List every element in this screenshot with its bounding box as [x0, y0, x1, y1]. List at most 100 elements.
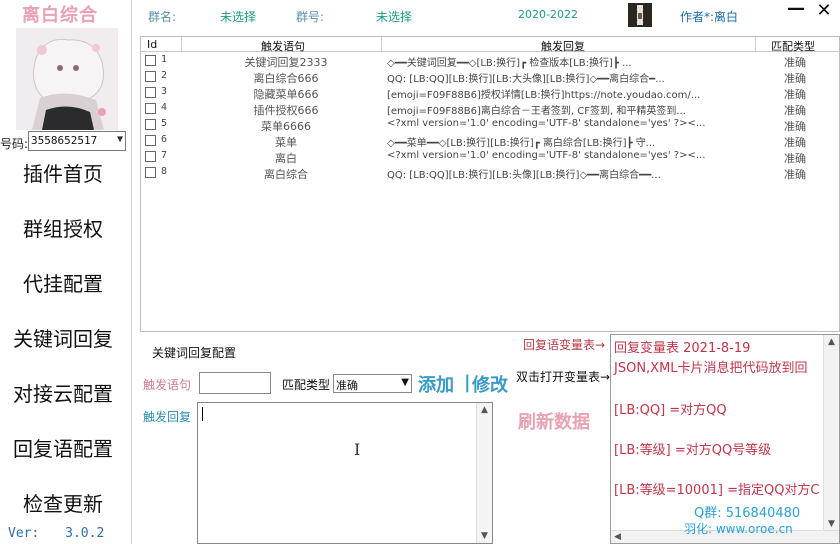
- variable-line: [LB:等级=10001] =指定QQ对方C: [614, 483, 820, 498]
- table-row[interactable]: 3 隐藏菜单666 [emoji=F09F88B6]授权详情[LB:换行]htt…: [141, 85, 839, 101]
- scroll-down-icon[interactable]: ▼: [828, 519, 835, 529]
- row-checkbox[interactable]: [145, 103, 156, 114]
- author-label: 作者*:离白: [680, 10, 739, 24]
- nav-plugin-home[interactable]: 插件首页: [0, 158, 126, 187]
- row-checkbox[interactable]: [145, 55, 156, 66]
- row-match-type: 准确: [784, 104, 806, 117]
- nav-group-auth[interactable]: 群组授权: [0, 213, 126, 242]
- scroll-up-icon[interactable]: ▲: [828, 337, 835, 347]
- col-header-trigger[interactable]: 触发语句: [261, 38, 305, 54]
- nav-keyword-reply[interactable]: 关键词回复: [0, 323, 126, 352]
- group-id-label: 群号:: [296, 10, 325, 24]
- scroll-up-icon[interactable]: ▲: [481, 405, 488, 415]
- avatar: [16, 28, 118, 130]
- refresh-data-button[interactable]: 刷新数据: [518, 408, 590, 434]
- row-id: 4: [161, 102, 168, 113]
- col-header-id[interactable]: Id: [147, 38, 157, 51]
- row-trigger: 离白综合666: [253, 72, 319, 85]
- variable-line: [LB:QQ] =对方QQ: [614, 403, 727, 418]
- row-match-type: 准确: [784, 56, 806, 69]
- chevron-down-icon: ▼: [116, 134, 123, 145]
- row-id: 3: [161, 86, 168, 97]
- row-match-type: 准确: [784, 72, 806, 85]
- row-trigger: 离白: [275, 152, 297, 165]
- version-info: Ver: 3.0.2: [8, 526, 104, 541]
- row-match-type: 准确: [784, 152, 806, 165]
- table-row[interactable]: 2 离白综合666 QQ: [LB:QQ][LB:换行][LB:大头像][LB:…: [141, 69, 839, 85]
- variable-line: [LB:等级] =对方QQ号等级: [614, 443, 772, 458]
- nav-reply-config[interactable]: 回复语配置: [0, 433, 126, 462]
- nav-check-update[interactable]: 检查更新: [0, 488, 126, 517]
- row-reply: QQ: [LB:QQ][LB:换行][LB:大头像][LB:换行]◇━━离白综合…: [387, 74, 665, 85]
- qq-account-select[interactable]: 3558652517 ▼: [28, 131, 126, 151]
- year-range: 2020-2022: [518, 8, 578, 21]
- variable-line: JSON,XML卡片消息把代码放到回: [614, 361, 808, 376]
- website-info: 羽化: www.oroe.cn: [684, 522, 793, 536]
- qq-group-info: Q群: 516840480: [694, 506, 801, 521]
- row-reply: ◇━━菜单━━◇[LB:换行][LB:换行]┏ 离白综合[LB:换行]┣ 守..…: [387, 138, 656, 149]
- row-reply: QQ: [LB:QQ][LB:换行][LB:头像][LB:换行]◇━━离白综合━…: [387, 170, 661, 181]
- row-reply: [emoji=F09F88B6]离白综合－王者签到, CF签到, 和平精英签到.…: [387, 106, 686, 117]
- row-checkbox[interactable]: [145, 151, 156, 162]
- app-window: 离白综合 号码: 3558652517 ▼ 插件首页 群组授权 代挂配置 关键词…: [0, 0, 840, 544]
- row-reply: ◇━━关键词回复━━◇[LB:换行]┏ 检查版本[LB:换行]┣ ...: [387, 58, 632, 69]
- edit-button[interactable]: 修改: [472, 371, 508, 397]
- group-name-value: 未选择: [220, 10, 257, 24]
- table-row[interactable]: 1 关键词回复2333 ◇━━关键词回复━━◇[LB:换行]┏ 检查版本[LB:…: [141, 53, 839, 69]
- row-trigger: 关键词回复2333: [244, 56, 328, 69]
- row-checkbox[interactable]: [145, 167, 156, 178]
- group-id-value: 未选择: [376, 10, 413, 24]
- reply-label: 触发回复: [143, 410, 192, 424]
- row-trigger: 插件授权666: [253, 104, 319, 117]
- match-type-select[interactable]: 准确 ▼: [333, 374, 412, 393]
- row-id: 6: [161, 134, 168, 145]
- row-reply: [emoji=F09F88B6]授权详情[LB:换行]https://note.…: [387, 90, 701, 101]
- table-row[interactable]: 4 插件授权666 [emoji=F09F88B6]离白综合－王者签到, CF签…: [141, 101, 839, 117]
- row-match-type: 准确: [784, 88, 806, 101]
- col-divider: [381, 37, 382, 51]
- row-checkbox[interactable]: [145, 87, 156, 98]
- sidebar: 离白综合 号码: 3558652517 ▼ 插件首页 群组授权 代挂配置 关键词…: [0, 0, 132, 544]
- scroll-down-icon[interactable]: ▼: [481, 531, 488, 541]
- table-row[interactable]: 7 离白 <?xml version='1.0' encoding='UTF-8…: [141, 149, 839, 165]
- row-reply: <?xml version='1.0' encoding='UTF-8' sta…: [387, 118, 706, 129]
- table-row[interactable]: 6 菜单 ◇━━菜单━━◇[LB:换行][LB:换行]┏ 离白综合[LB:换行]…: [141, 133, 839, 149]
- variable-vertical-scrollbar[interactable]: ▲ ▼: [823, 335, 839, 531]
- col-divider: [181, 37, 182, 51]
- qq-label: 号码:: [0, 137, 29, 151]
- col-header-reply[interactable]: 触发回复: [541, 38, 585, 54]
- reply-scrollbar[interactable]: ▲ ▼: [476, 403, 492, 543]
- minimize-button[interactable]: —: [786, 0, 806, 19]
- variable-line: 回复变量表 2021-8-19: [614, 341, 751, 356]
- match-type-label: 匹配类型: [282, 378, 331, 392]
- trigger-input[interactable]: [199, 372, 271, 394]
- reply-variable-table-link[interactable]: 回复语变量表→: [523, 336, 605, 353]
- add-button[interactable]: 添加: [418, 371, 454, 397]
- col-header-match[interactable]: 匹配类型: [771, 38, 815, 54]
- row-id: 8: [161, 166, 168, 177]
- row-reply: <?xml version='1.0' encoding='UTF-8' sta…: [387, 150, 706, 161]
- row-id: 7: [161, 150, 168, 161]
- avatar-illustration: [16, 28, 118, 130]
- row-match-type: 准确: [784, 168, 806, 181]
- author-avatar-image: [628, 3, 652, 27]
- row-id: 2: [161, 70, 168, 81]
- row-trigger: 菜单6666: [261, 120, 311, 133]
- close-button[interactable]: ✕: [814, 0, 834, 21]
- open-variable-table-link[interactable]: 双击打开变量表→: [516, 368, 610, 385]
- scroll-left-icon[interactable]: ◀: [614, 532, 621, 542]
- nav-cloud-config[interactable]: 对接云配置: [0, 378, 126, 407]
- row-checkbox[interactable]: [145, 71, 156, 82]
- text-caret: [202, 407, 203, 421]
- table-row[interactable]: 5 菜单6666 <?xml version='1.0' encoding='U…: [141, 117, 839, 133]
- table-row[interactable]: 8 离白综合 QQ: [LB:QQ][LB:换行][LB:头像][LB:换行]◇…: [141, 165, 839, 181]
- author-avatar: [628, 3, 652, 27]
- nav-hosting-config[interactable]: 代挂配置: [0, 268, 126, 297]
- row-trigger: 隐藏菜单666: [253, 88, 319, 101]
- reply-textarea[interactable]: ▲ ▼: [197, 402, 493, 544]
- row-checkbox[interactable]: [145, 135, 156, 146]
- row-match-type: 准确: [784, 136, 806, 149]
- button-separator: |: [464, 372, 471, 393]
- row-checkbox[interactable]: [145, 119, 156, 130]
- row-match-type: 准确: [784, 120, 806, 133]
